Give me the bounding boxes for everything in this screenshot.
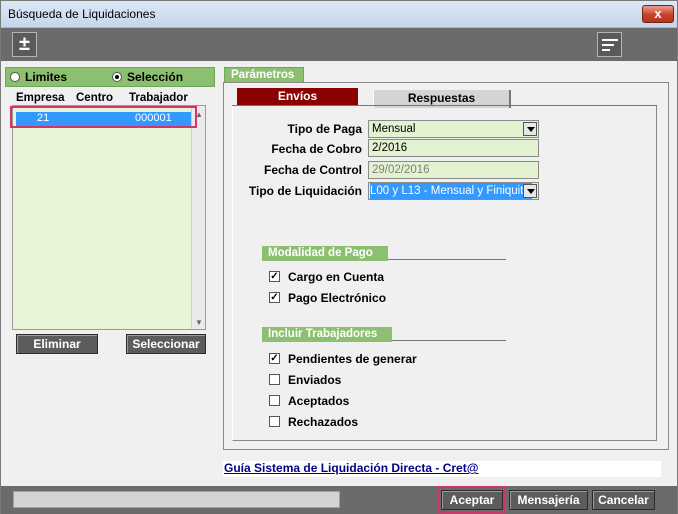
add-remove-button[interactable]: ± [12, 32, 37, 57]
chevron-down-icon[interactable] [523, 184, 537, 198]
selection-list[interactable]: 21 000001 ▲ ▼ [12, 105, 206, 330]
enviados-checkbox[interactable] [269, 374, 280, 385]
toolbar: ± [1, 28, 677, 61]
seleccionar-button[interactable]: Seleccionar [126, 334, 206, 354]
col-header-centro: Centro [76, 92, 114, 104]
tipo-paga-select[interactable]: Mensual [368, 120, 539, 138]
radio-limites-circle [10, 72, 20, 82]
progress-bar [13, 491, 340, 508]
rechazados-label: Rechazados [288, 415, 359, 429]
pago-electronico-checkbox[interactable]: ✓ [269, 292, 280, 303]
fecha-control-input: 29/02/2016 [368, 161, 539, 179]
filter-button[interactable] [597, 32, 622, 57]
incluir-trabajadores-header: Incluir Trabajadores [262, 327, 392, 342]
window-title: Búsqueda de Liquidaciones [8, 7, 156, 21]
incluir-divider [392, 340, 506, 341]
tab-parametros[interactable]: Parámetros [224, 67, 304, 83]
radio-limites[interactable]: Limites [10, 70, 67, 84]
cargo-cuenta-checkbox[interactable]: ✓ [269, 271, 280, 282]
mensajeria-button[interactable]: Mensajería [509, 490, 588, 510]
radio-limites-label: Limites [25, 70, 68, 84]
filter-icon [602, 39, 618, 54]
tipo-paga-label: Tipo de Paga [287, 122, 362, 136]
tipo-liquidacion-select[interactable]: L00 y L13 - Mensual y Finiquito [368, 182, 539, 200]
radio-seleccion-circle [112, 72, 122, 82]
aceptados-label: Aceptados [288, 394, 350, 408]
eliminar-button[interactable]: Eliminar [16, 334, 98, 354]
mode-selector: Limites Selección [5, 67, 215, 87]
pago-electronico-label: Pago Electrónico [288, 291, 387, 305]
footer-bar: Aceptar Mensajería Cancelar [1, 486, 677, 514]
scroll-down-icon[interactable]: ▼ [195, 318, 203, 327]
pendientes-label: Pendientes de generar [288, 352, 417, 366]
tab-envios[interactable]: Envíos [237, 88, 358, 106]
title-bar: Búsqueda de Liquidaciones x [1, 1, 677, 28]
modalidad-divider [388, 259, 506, 260]
radio-seleccion[interactable]: Selección [112, 70, 183, 84]
aceptar-highlight-frame [437, 486, 506, 513]
col-header-empresa: Empresa [16, 92, 65, 104]
modalidad-pago-header: Modalidad de Pago [262, 246, 388, 261]
guide-link[interactable]: Guía Sistema de Liquidación Directa - Cr… [223, 461, 661, 477]
pendientes-checkbox[interactable]: ✓ [269, 353, 280, 364]
list-scrollbar[interactable]: ▲ ▼ [191, 106, 205, 329]
row-highlight-frame [10, 106, 197, 128]
fecha-cobro-label: Fecha de Cobro [271, 142, 362, 156]
tipo-paga-value: Mensual [372, 123, 416, 135]
fecha-cobro-input[interactable]: 2/2016 [368, 139, 539, 157]
cancelar-button[interactable]: Cancelar [592, 490, 655, 510]
enviados-label: Enviados [288, 373, 342, 387]
aceptados-checkbox[interactable] [269, 395, 280, 406]
chevron-down-icon[interactable] [523, 122, 537, 136]
tipo-liquidacion-value: L00 y L13 - Mensual y Finiquito [370, 183, 532, 199]
rechazados-checkbox[interactable] [269, 416, 280, 427]
tipo-liquidacion-label: Tipo de Liquidación [248, 184, 362, 198]
fecha-control-label: Fecha de Control [263, 163, 362, 177]
close-button[interactable]: x [642, 5, 674, 23]
radio-seleccion-label: Selección [127, 70, 184, 84]
cargo-cuenta-label: Cargo en Cuenta [288, 270, 385, 284]
col-header-trabajador: Trabajador [129, 92, 188, 104]
dialog-window: Búsqueda de Liquidaciones x ± Limites Se… [0, 0, 678, 514]
